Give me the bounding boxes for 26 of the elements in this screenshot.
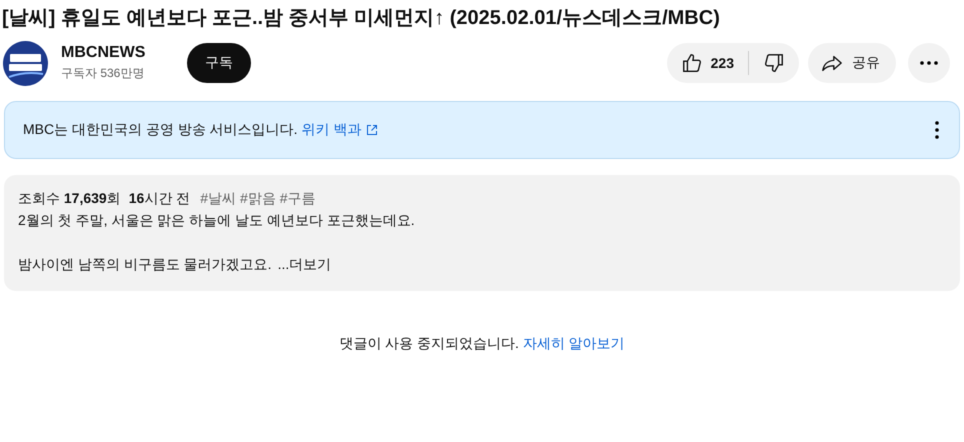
kebab-icon <box>935 121 939 139</box>
external-link-icon <box>366 124 378 136</box>
video-title: [날씨] 휴일도 예년보다 포근..밤 중서부 미세먼지↑ (2025.02.01/뉴스데스크/MBC) <box>2 6 721 31</box>
thumbs-down-icon <box>763 52 785 74</box>
hashtag-link[interactable]: #맑음 <box>240 187 276 209</box>
more-icon <box>920 61 938 65</box>
subscribe-button[interactable]: 구독 <box>187 43 251 83</box>
show-more-link[interactable]: ...더보기 <box>278 256 332 272</box>
description-line: 밤사이엔 남쪽의 비구름도 물러가겠고요. <box>18 256 272 272</box>
upload-age: 16시간 전 <box>128 189 190 208</box>
subscriber-count: 구독자 536만명 <box>61 65 146 82</box>
more-actions-button[interactable] <box>908 43 950 83</box>
share-button[interactable]: 공유 <box>808 43 896 83</box>
comments-disabled-text: 댓글이 사용 중지되었습니다. <box>339 335 519 351</box>
description-line: 2월의 첫 주말, 서울은 맑은 하늘에 날도 예년보다 포근했는데요. <box>18 212 415 228</box>
hashtag-link[interactable]: #날씨 <box>200 187 236 209</box>
like-button[interactable]: 223 <box>666 43 748 83</box>
hashtag-link[interactable]: #구름 <box>280 187 316 209</box>
view-count: 조회수 17,639회 <box>18 189 121 208</box>
learn-more-link[interactable]: 자세히 알아보기 <box>522 335 625 351</box>
channel-name[interactable]: MBCNEWS <box>61 44 173 62</box>
description-box[interactable]: 조회수 17,639회 16시간 전 #날씨 #맑음 #구름 2월의 첫 주말, 서울은 맑은 하늘에 날도 예년보다 포근했는데요. 밤사이엔 남쪽의 비구름도 물러가겠고요. ...더보기 <box>4 175 960 291</box>
channel-logo[interactable] <box>3 40 48 86</box>
wiki-link[interactable]: 위키 백과 <box>302 121 378 139</box>
thumbs-up-icon <box>680 52 703 74</box>
info-text: MBC는 대한민국의 공영 방송 서비스입니다. <box>23 121 298 139</box>
